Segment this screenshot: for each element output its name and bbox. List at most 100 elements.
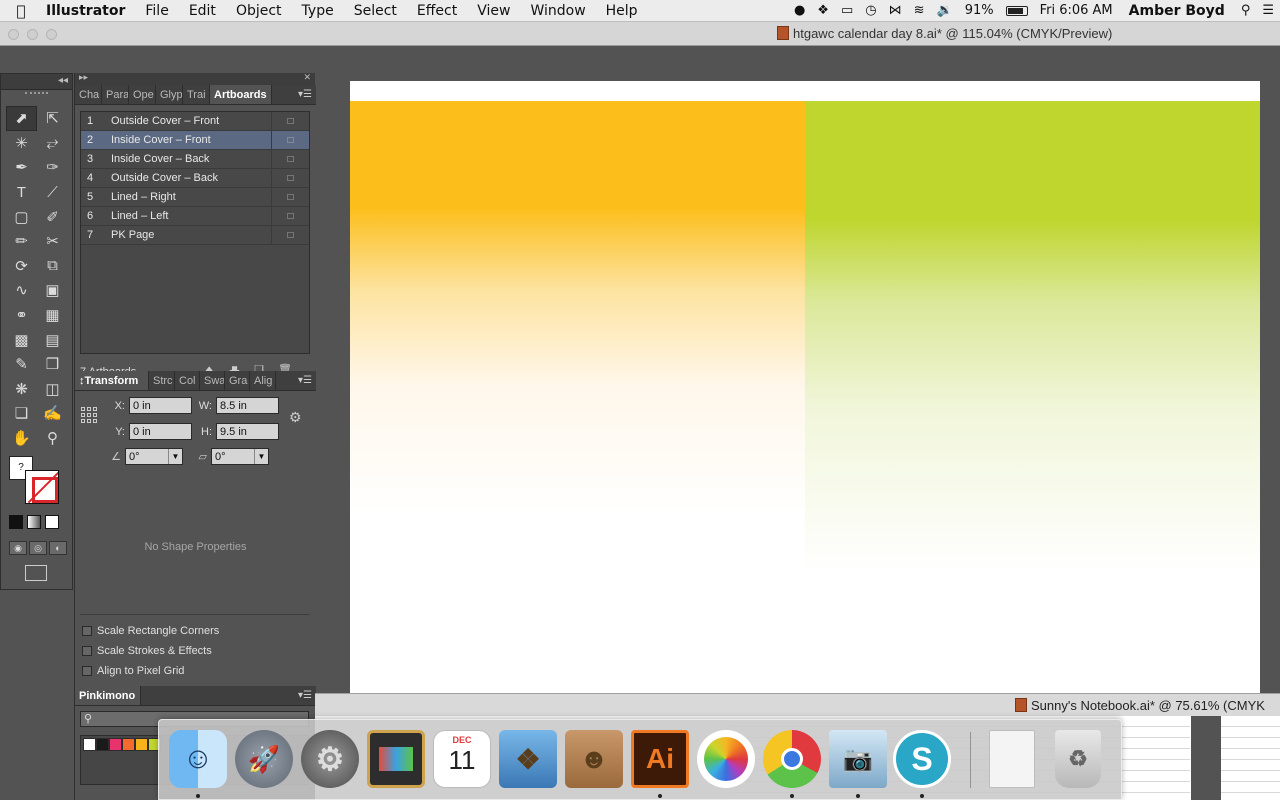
- color-swatch[interactable]: [96, 738, 109, 751]
- menu-type[interactable]: Type: [292, 3, 344, 19]
- orange-gradient-rectangle[interactable]: [350, 101, 805, 693]
- close-window-button[interactable]: [8, 29, 19, 40]
- artboard-options-icon[interactable]: □: [271, 111, 309, 131]
- artboard-options-icon[interactable]: □: [271, 206, 309, 226]
- artboard-name[interactable]: Inside Cover – Front: [111, 134, 271, 146]
- battery-icon[interactable]: [1000, 3, 1034, 18]
- artboard-tool-icon[interactable]: ❏: [6, 401, 37, 426]
- mesh-tool-icon[interactable]: ▩: [6, 327, 37, 352]
- line-segment-tool-icon[interactable]: ⟋: [37, 180, 68, 205]
- magic-wand-tool-icon[interactable]: ✳: [6, 131, 37, 156]
- spotlight-search-icon[interactable]: ⚲: [1235, 3, 1257, 18]
- rectangle-tool-icon[interactable]: ▢: [6, 204, 37, 229]
- wifi-icon[interactable]: ≋: [908, 3, 931, 18]
- artboard-name[interactable]: Outside Cover – Back: [111, 172, 271, 184]
- canvas-area[interactable]: [315, 47, 1280, 693]
- volume-icon[interactable]: 🔉: [931, 3, 959, 18]
- paintbrush-tool-icon[interactable]: ✐: [37, 204, 68, 229]
- height-input[interactable]: [216, 423, 279, 440]
- collapse-icon[interactable]: ◂◂: [58, 75, 68, 86]
- menu-view[interactable]: View: [467, 3, 520, 19]
- slice-tool-icon[interactable]: ✍: [37, 401, 68, 426]
- artboard-name[interactable]: Lined – Right: [111, 191, 271, 203]
- artboard-options-icon[interactable]: □: [271, 149, 309, 169]
- artboard-row[interactable]: 3 Inside Cover – Back □: [81, 149, 309, 169]
- artboard-row[interactable]: 5 Lined – Right □: [81, 187, 309, 207]
- menu-object[interactable]: Object: [226, 3, 292, 19]
- panel-menu-icon[interactable]: ▾☰: [298, 89, 312, 100]
- fill-stroke-control[interactable]: ?: [7, 452, 67, 504]
- green-gradient-rectangle[interactable]: [805, 101, 1260, 693]
- shape-builder-tool-icon[interactable]: ⚭: [6, 303, 37, 328]
- preview-icon[interactable]: ❖: [499, 730, 557, 788]
- calendar-icon[interactable]: DEC 11: [433, 730, 491, 788]
- gradient-mode-button[interactable]: [27, 515, 41, 529]
- type-tool-icon[interactable]: T: [6, 180, 37, 205]
- symbol-sprayer-tool-icon[interactable]: ❋: [6, 377, 37, 402]
- lasso-tool-icon[interactable]: ⥂: [37, 131, 68, 156]
- blend-tool-icon[interactable]: ❒: [37, 352, 68, 377]
- x-input[interactable]: [129, 397, 192, 414]
- menu-effect[interactable]: Effect: [407, 3, 467, 19]
- menu-window[interactable]: Window: [520, 3, 595, 19]
- artboard-name[interactable]: PK Page: [111, 229, 271, 241]
- curvature-tool-icon[interactable]: ✑: [37, 155, 68, 180]
- hand-tool-icon[interactable]: ✋: [6, 426, 37, 451]
- menu-help[interactable]: Help: [596, 3, 648, 19]
- color-mode-button[interactable]: [9, 515, 23, 529]
- launchpad-icon[interactable]: 🚀: [235, 730, 293, 788]
- tab-artboards[interactable]: Artboards: [210, 85, 272, 104]
- tab-transparency[interactable]: Trai: [183, 85, 210, 104]
- scale-tool-icon[interactable]: ⧉: [37, 254, 68, 279]
- minimize-window-button[interactable]: [27, 29, 38, 40]
- free-transform-tool-icon[interactable]: ▣: [37, 278, 68, 303]
- menu-select[interactable]: Select: [344, 3, 407, 19]
- tab-gradient[interactable]: Gra: [225, 371, 250, 390]
- artboard-row[interactable]: 6 Lined – Left □: [81, 206, 309, 226]
- warp-tool-icon[interactable]: ∿: [6, 278, 37, 303]
- color-swatch[interactable]: [122, 738, 135, 751]
- airplay-icon[interactable]: ▭: [835, 3, 859, 18]
- chevron-down-icon[interactable]: ▼: [168, 449, 182, 464]
- trash-icon[interactable]: ♻: [1055, 730, 1101, 788]
- color-swatch[interactable]: [135, 738, 148, 751]
- apple-icon[interactable]: : [0, 2, 42, 20]
- clock[interactable]: Fri 6:06 AM: [1034, 3, 1119, 18]
- image-capture-icon[interactable]: 📷: [829, 730, 887, 788]
- bluetooth-icon[interactable]: ⋈: [883, 3, 908, 18]
- color-swatch[interactable]: [83, 738, 96, 751]
- panel-grip[interactable]: [25, 92, 48, 100]
- artboard-options-icon[interactable]: □: [271, 130, 309, 150]
- second-document-title-bar[interactable]: Sunny's Notebook.ai* @ 75.61% (CMYK: [315, 693, 1280, 716]
- draw-behind-icon[interactable]: ◎: [29, 541, 47, 555]
- contacts-icon[interactable]: ☻: [565, 730, 623, 788]
- artboard-row[interactable]: 4 Outside Cover – Back □: [81, 168, 309, 188]
- battery-percent[interactable]: 91%: [959, 3, 1000, 18]
- artboard[interactable]: [350, 81, 1260, 693]
- artboard-options-icon[interactable]: □: [271, 168, 309, 188]
- dock-header[interactable]: ▸▸ ✕: [75, 72, 315, 85]
- pencil-tool-icon[interactable]: ✏: [6, 229, 37, 254]
- zoom-window-button[interactable]: [46, 29, 57, 40]
- gradient-tool-icon[interactable]: ▤: [37, 327, 68, 352]
- selection-tool-icon[interactable]: ⬈: [6, 106, 37, 131]
- align-to-pixel-grid-checkbox[interactable]: Align to Pixel Grid: [82, 665, 184, 677]
- silhouette-studio-icon[interactable]: S: [893, 730, 951, 788]
- rotate-select[interactable]: 0° ▼: [125, 448, 183, 465]
- screen-mode-icon[interactable]: [25, 565, 47, 581]
- draw-inside-icon[interactable]: ◐: [49, 541, 67, 555]
- pen-tool-icon[interactable]: ✒: [6, 155, 37, 180]
- tab-pinkimono[interactable]: Pinkimono: [75, 686, 141, 705]
- reference-point-icon[interactable]: [81, 407, 99, 425]
- artboard-options-icon[interactable]: □: [271, 225, 309, 245]
- stroke-swatch[interactable]: [25, 470, 59, 504]
- notification-center-icon[interactable]: ☰: [1256, 3, 1280, 18]
- illustrator-icon[interactable]: Ai: [631, 730, 689, 788]
- shear-select[interactable]: 0° ▼: [211, 448, 269, 465]
- constrain-proportions-icon[interactable]: ⚙: [289, 409, 302, 426]
- eyedropper-tool-icon[interactable]: ✎: [6, 352, 37, 377]
- tab-swatches[interactable]: Swa: [200, 371, 225, 390]
- dropbox-icon[interactable]: ❖: [811, 3, 835, 18]
- photos-icon[interactable]: [697, 730, 755, 788]
- scale-rectangle-corners-checkbox[interactable]: Scale Rectangle Corners: [82, 625, 219, 637]
